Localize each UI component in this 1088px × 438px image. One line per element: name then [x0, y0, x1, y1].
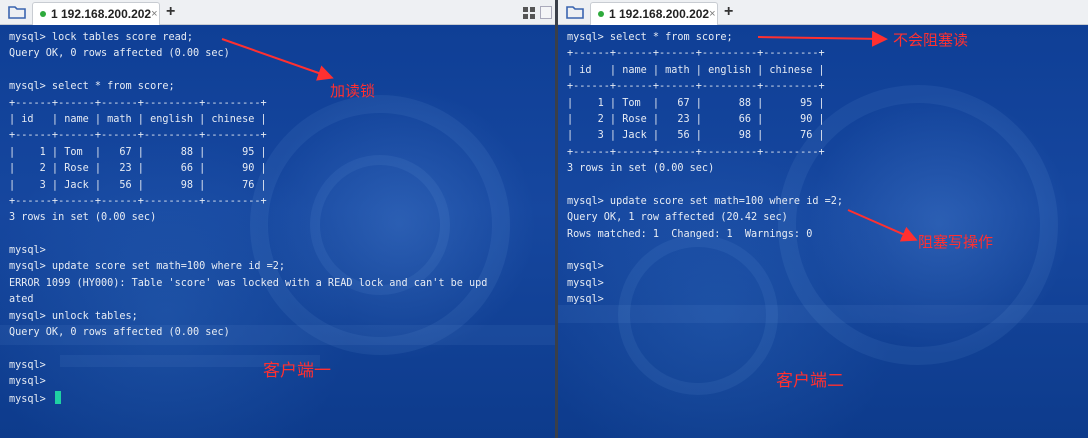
- tab-session-1[interactable]: 1 192.168.200.202 ×: [32, 2, 160, 25]
- terminal-line: +------+------+------+---------+--------…: [9, 97, 267, 109]
- terminal-line: | 1 | Tom | 67 | 88 | 95 |: [9, 146, 267, 158]
- terminal-text: mysql> select * from score; +------+-----…: [567, 30, 843, 309]
- terminal-text: mysql> lock tables score read; Query OK, …: [9, 30, 487, 407]
- terminal-line: | 3 | Jack | 56 | 98 | 76 |: [567, 130, 825, 142]
- terminal-line: mysql>: [567, 261, 604, 273]
- terminal-line: mysql> update score set math=100 where i…: [9, 261, 286, 273]
- terminal-line: ated: [9, 294, 34, 306]
- terminal-line: +------+------+------+---------+--------…: [567, 48, 825, 60]
- text-cursor: [54, 390, 61, 404]
- terminal-line: +------+------+------+---------+--------…: [567, 81, 825, 93]
- connected-status-icon: [40, 11, 46, 17]
- close-tab-icon[interactable]: ×: [151, 8, 157, 20]
- terminal-line: mysql>: [9, 390, 487, 407]
- terminal-pane-right: 1 192.168.200.202 × + mysql> select * fr…: [558, 0, 1088, 438]
- tab-bar: 1 192.168.200.202 × +: [0, 0, 555, 25]
- terminal-line: Rows matched: 1 Changed: 1 Warnings: 0: [567, 228, 813, 240]
- terminal-line: mysql> select * from score;: [567, 32, 733, 43]
- terminal-output[interactable]: mysql> lock tables score read; Query OK, …: [0, 25, 555, 438]
- annotation-block-write: 阻塞写操作: [918, 234, 994, 251]
- tab-label: 1 192.168.200.202: [51, 7, 152, 21]
- terminal-line: Query OK, 0 rows affected (0.00 sec): [9, 48, 230, 60]
- tab-label: 1 192.168.200.202: [609, 7, 710, 21]
- connected-status-icon: [598, 11, 604, 17]
- annotation-client-one: 客户端一: [263, 361, 331, 380]
- new-tab-button[interactable]: +: [724, 3, 733, 21]
- new-tab-button[interactable]: +: [166, 3, 175, 21]
- terminal-line: mysql> select * from score;: [9, 81, 175, 93]
- terminal-line: mysql> lock tables score read;: [9, 32, 194, 43]
- terminal-line: mysql> update score set math=100 where i…: [567, 195, 844, 207]
- close-tab-icon[interactable]: ×: [709, 8, 715, 20]
- terminal-line: | id | name | math | english | chinese |: [567, 64, 825, 76]
- tab-scroll-button[interactable]: [540, 6, 552, 19]
- terminal-line: | 2 | Rose | 23 | 66 | 90 |: [567, 113, 825, 125]
- terminal-line: mysql>: [567, 294, 604, 306]
- terminal-line: ERROR 1099 (HY000): Table 'score' was lo…: [9, 277, 488, 289]
- terminal-line: mysql> unlock tables;: [9, 310, 138, 322]
- terminal-line: +------+------+------+---------+--------…: [567, 146, 825, 158]
- terminal-pane-left: 1 192.168.200.202 × + mysql> lock tables…: [0, 0, 555, 438]
- annotation-no-block-read: 不会阻塞读: [893, 32, 969, 49]
- terminal-line: 3 rows in set (0.00 sec): [567, 163, 715, 175]
- grid-layout-icon[interactable]: [523, 7, 535, 19]
- terminal-line: +------+------+------+---------+--------…: [9, 130, 267, 142]
- terminal-line: +------+------+------+---------+--------…: [9, 195, 267, 207]
- terminal-line: 3 rows in set (0.00 sec): [9, 212, 157, 224]
- folder-icon[interactable]: [566, 5, 584, 19]
- terminal-line: | 2 | Rose | 23 | 66 | 90 |: [9, 163, 267, 175]
- terminal-output[interactable]: mysql> select * from score; +------+-----…: [558, 25, 1088, 438]
- folder-icon[interactable]: [8, 5, 26, 19]
- terminal-line: mysql>: [9, 376, 46, 388]
- terminal-line: mysql>: [9, 245, 46, 257]
- annotation-client-two: 客户端二: [776, 371, 844, 390]
- tab-session-1[interactable]: 1 192.168.200.202 ×: [590, 2, 718, 25]
- terminal-line: mysql>: [9, 359, 46, 371]
- terminal-line: | 3 | Jack | 56 | 98 | 76 |: [9, 179, 267, 191]
- annotation-read-lock: 加读锁: [330, 83, 376, 100]
- terminal-line: mysql>: [567, 277, 604, 289]
- terminal-line: Query OK, 1 row affected (20.42 sec): [567, 212, 788, 224]
- terminal-line: | id | name | math | english | chinese |: [9, 113, 267, 125]
- tab-bar: 1 192.168.200.202 × +: [558, 0, 1088, 25]
- terminal-line: | 1 | Tom | 67 | 88 | 95 |: [567, 97, 825, 109]
- terminal-line: Query OK, 0 rows affected (0.00 sec): [9, 327, 230, 339]
